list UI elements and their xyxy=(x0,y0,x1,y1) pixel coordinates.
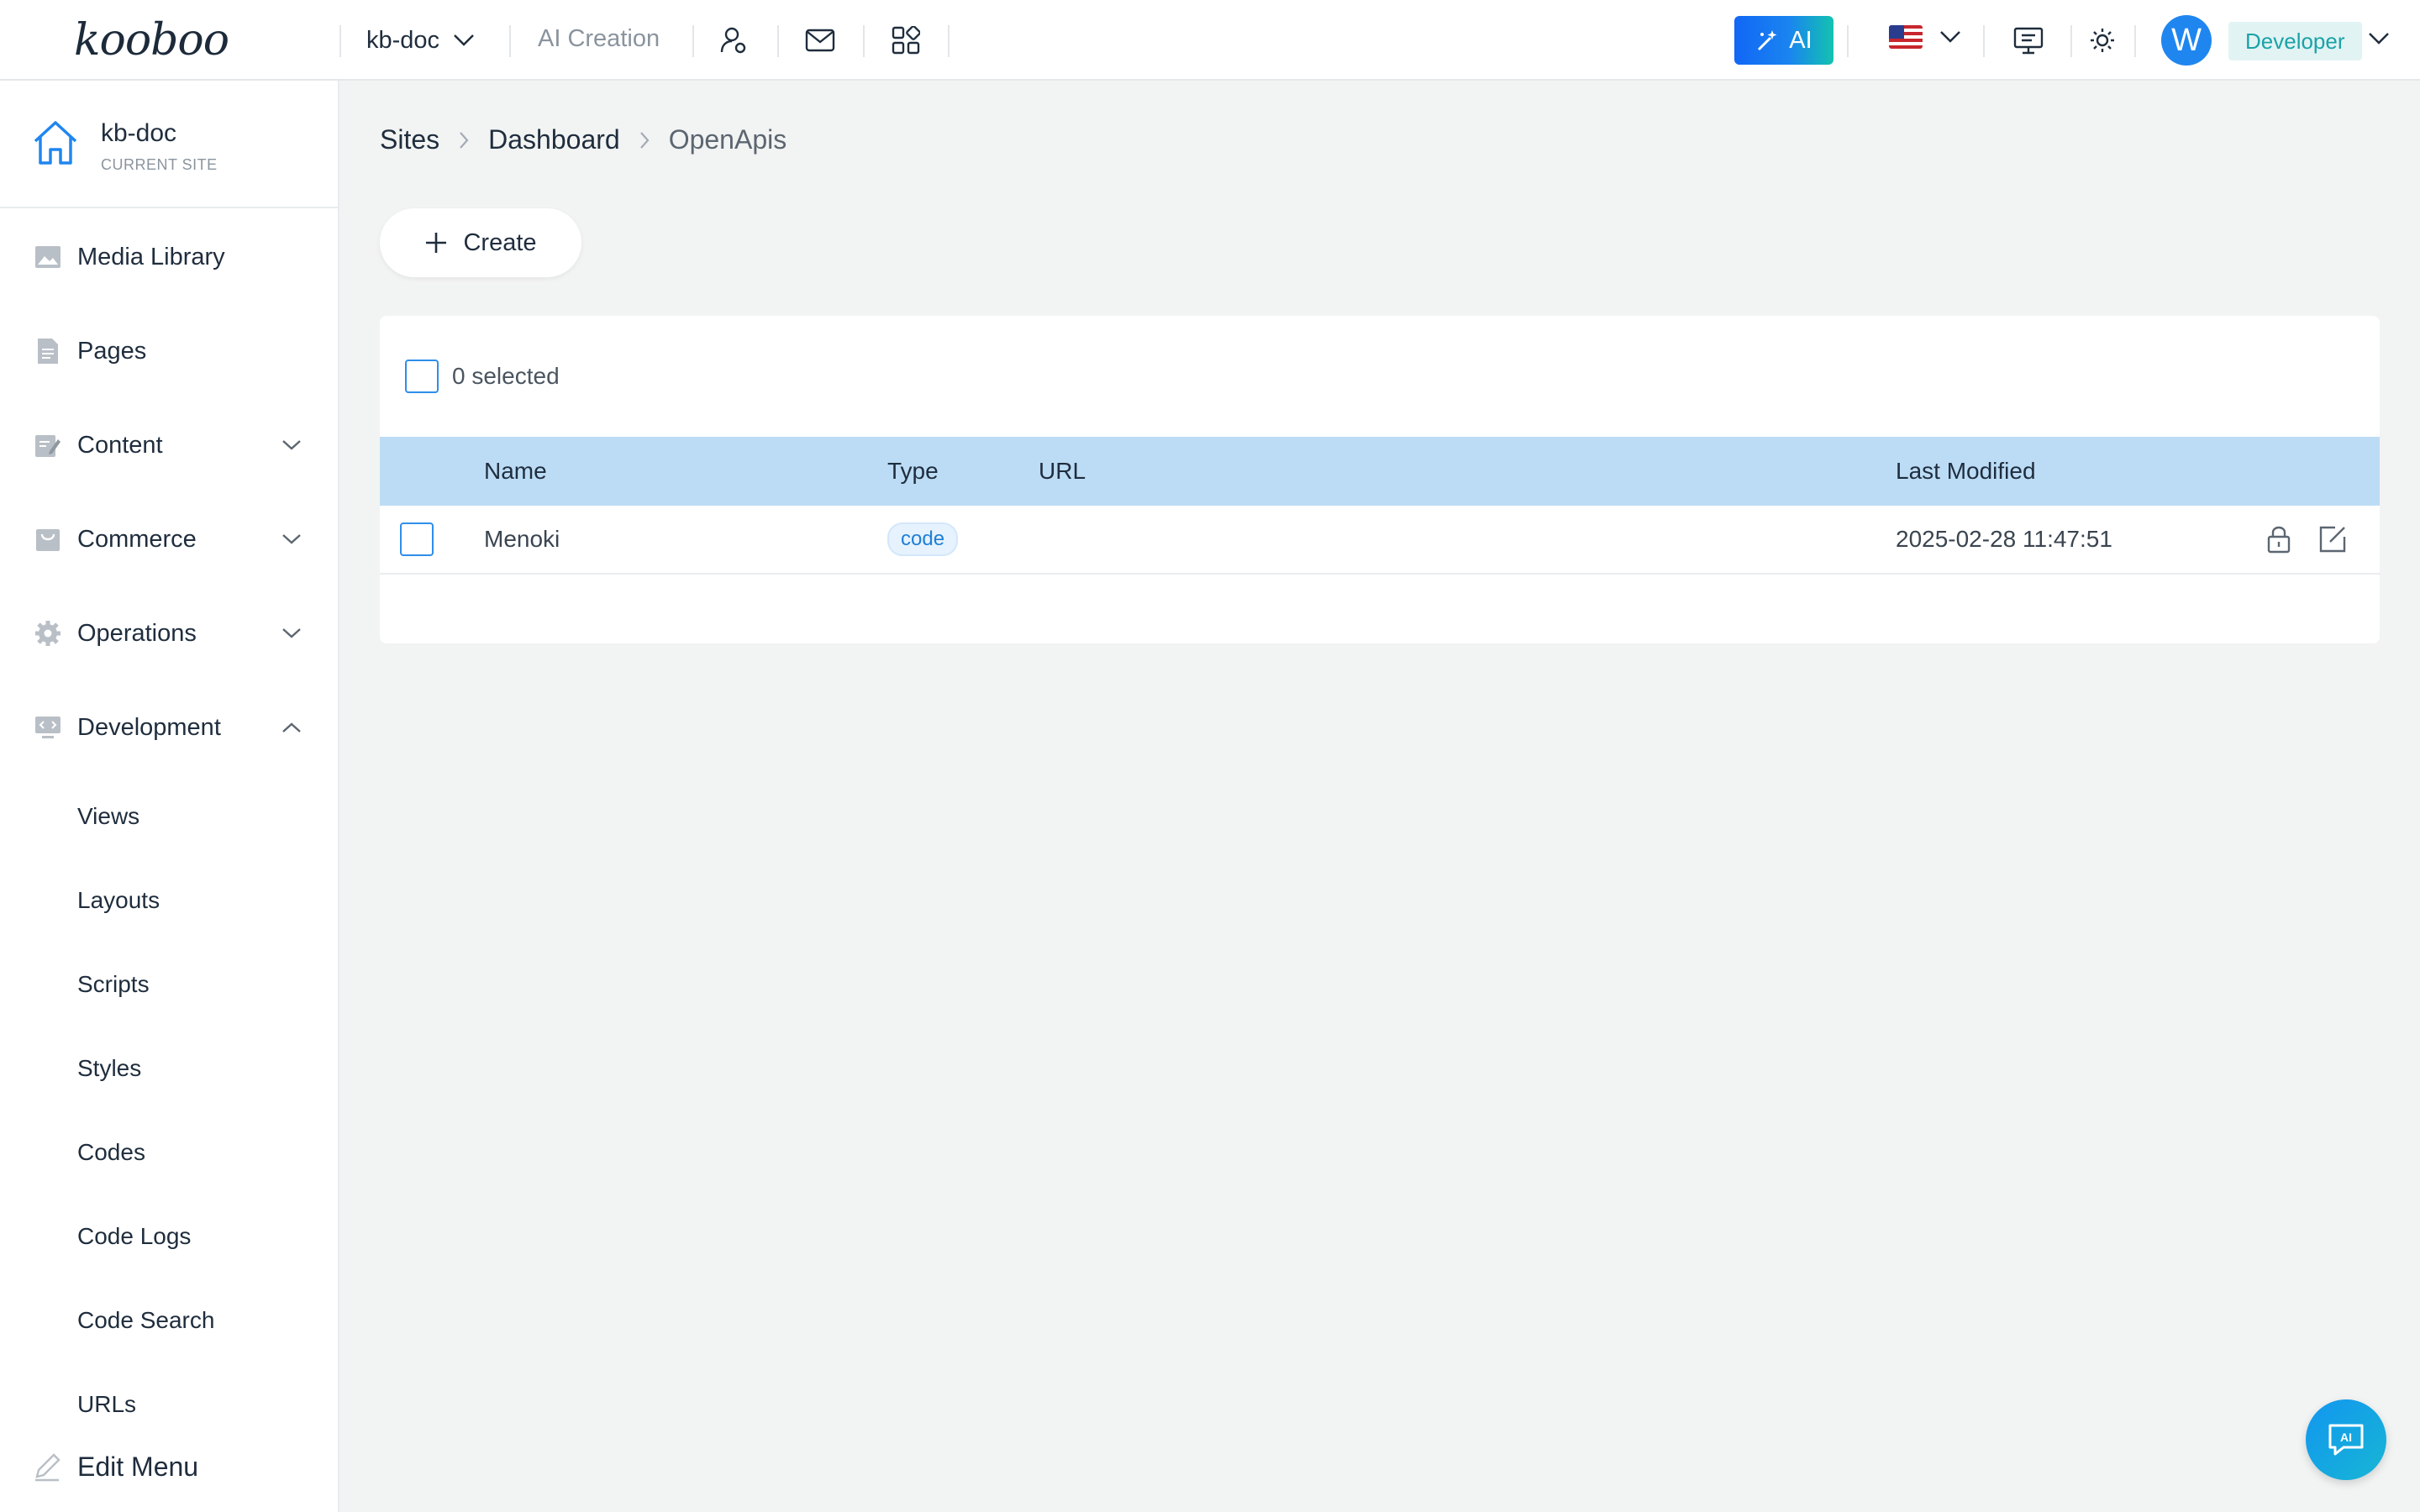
divider xyxy=(948,25,950,57)
chevron-down-icon xyxy=(282,628,301,638)
breadcrumb: Sites Dashboard OpenApis xyxy=(380,124,786,155)
plus-icon xyxy=(426,233,447,253)
user-settings-icon[interactable] xyxy=(717,24,750,57)
magic-wand-icon xyxy=(1758,30,1777,51)
current-site-name: kb-doc xyxy=(101,119,177,147)
mail-icon[interactable] xyxy=(803,24,837,57)
us-flag-icon xyxy=(1889,25,1923,49)
edit-menu-label: Edit Menu xyxy=(77,1451,199,1482)
sidebar-subitem-styles[interactable]: Styles xyxy=(77,1055,141,1082)
divider xyxy=(1847,25,1849,57)
code-monitor-icon xyxy=(34,713,62,742)
create-button-label: Create xyxy=(463,228,537,256)
shop-icon xyxy=(34,525,62,554)
sidebar-item-label: Commerce xyxy=(77,525,197,553)
chevron-down-icon xyxy=(1940,31,1960,43)
divider xyxy=(777,25,779,57)
edit-doc-icon xyxy=(34,431,62,459)
sidebar-item-label: Development xyxy=(77,713,221,741)
apps-grid-icon[interactable] xyxy=(889,24,923,57)
top-bar: kooboo kb-doc AI Creation AI W Developer xyxy=(0,0,2420,81)
chevron-down-icon xyxy=(282,440,301,450)
pencil-icon xyxy=(35,1453,60,1482)
chat-bubble-icon: AI xyxy=(2328,1424,2364,1456)
home-icon xyxy=(34,121,77,165)
site-switcher-label: kb-doc xyxy=(366,26,440,54)
sidebar-item-label: Pages xyxy=(77,337,147,365)
chevron-up-icon xyxy=(282,722,301,732)
table-row[interactable]: Menoki code 2025-02-28 11:47:51 xyxy=(380,506,2380,575)
row-last-modified: 2025-02-28 11:47:51 xyxy=(1896,526,2112,552)
logo-text: kooboo xyxy=(74,15,229,66)
select-all-row: 0 selected xyxy=(405,360,560,393)
row-type-badge: code xyxy=(887,522,959,556)
theme-sun-icon[interactable] xyxy=(2086,24,2119,57)
sidebar-item-pages[interactable]: Pages xyxy=(0,318,338,385)
sidebar-item-operations[interactable]: Operations xyxy=(0,600,338,667)
language-selector[interactable] xyxy=(1889,25,1961,49)
site-switcher[interactable]: kb-doc xyxy=(366,22,475,59)
sidebar-item-commerce[interactable]: Commerce xyxy=(0,506,338,573)
column-header-last-modified[interactable]: Last Modified xyxy=(1896,458,2036,485)
chevron-down-icon xyxy=(282,534,301,544)
row-name[interactable]: Menoki xyxy=(484,526,560,553)
page-icon xyxy=(34,337,62,365)
chevron-down-icon xyxy=(454,34,474,46)
divider xyxy=(509,25,511,57)
sidebar: kb-doc CURRENT SITE Media Library Pages … xyxy=(0,81,339,1512)
sidebar-item-label: Operations xyxy=(77,619,197,647)
sidebar-subitem-layouts[interactable]: Layouts xyxy=(77,887,160,914)
sidebar-subitem-codes[interactable]: Codes xyxy=(77,1139,145,1166)
presentation-icon[interactable] xyxy=(2012,24,2045,57)
current-site-caption: CURRENT SITE xyxy=(101,156,218,173)
table-header: Name Type URL Last Modified xyxy=(380,437,2380,506)
divider xyxy=(2134,25,2136,57)
sidebar-item-label: Content xyxy=(77,431,163,459)
role-badge[interactable]: Developer xyxy=(2228,22,2362,60)
select-all-checkbox[interactable] xyxy=(405,360,439,393)
divider xyxy=(339,25,341,57)
divider xyxy=(692,25,694,57)
sidebar-subitem-code-search[interactable]: Code Search xyxy=(77,1307,214,1334)
kooboo-logo[interactable]: kooboo xyxy=(74,15,267,66)
current-site[interactable]: kb-doc CURRENT SITE xyxy=(0,81,338,208)
chevron-right-icon xyxy=(460,131,469,149)
column-header-url[interactable]: URL xyxy=(1039,458,1086,485)
user-avatar[interactable]: W xyxy=(2161,15,2212,66)
row-checkbox[interactable] xyxy=(400,522,434,556)
edit-icon[interactable] xyxy=(2316,522,2349,556)
image-icon xyxy=(34,243,62,271)
row-checkbox-wrap xyxy=(400,522,434,556)
gear-icon xyxy=(34,619,62,648)
column-header-type[interactable]: Type xyxy=(887,458,939,485)
sidebar-subitem-urls[interactable]: URLs xyxy=(77,1391,136,1418)
chevron-down-icon[interactable] xyxy=(2368,25,2390,54)
sidebar-item-content[interactable]: Content xyxy=(0,412,338,479)
sidebar-subitem-scripts[interactable]: Scripts xyxy=(77,971,150,998)
lock-icon[interactable] xyxy=(2262,522,2296,556)
openapis-table-panel: 0 selected Name Type URL Last Modified M… xyxy=(380,316,2380,643)
ai-creation-link[interactable]: AI Creation xyxy=(538,25,660,53)
chevron-right-icon xyxy=(639,131,650,149)
selected-count: 0 selected xyxy=(452,363,560,389)
sidebar-item-label: Media Library xyxy=(77,243,225,270)
sidebar-item-media-library[interactable]: Media Library xyxy=(0,223,338,291)
ai-button[interactable]: AI xyxy=(1734,16,1833,65)
divider xyxy=(863,25,865,57)
create-button[interactable]: Create xyxy=(380,208,581,277)
breadcrumb-sites[interactable]: Sites xyxy=(380,124,439,155)
ai-assistant-button[interactable]: AI xyxy=(2306,1399,2386,1480)
sidebar-subitem-views[interactable]: Views xyxy=(77,803,139,830)
sidebar-subitem-code-logs[interactable]: Code Logs xyxy=(77,1223,191,1250)
breadcrumb-current: OpenApis xyxy=(668,124,787,155)
divider xyxy=(2070,25,2072,57)
divider xyxy=(1983,25,1985,57)
breadcrumb-dashboard[interactable]: Dashboard xyxy=(488,124,620,155)
column-header-name[interactable]: Name xyxy=(484,458,547,485)
app-root: kooboo kb-doc AI Creation AI W Developer… xyxy=(0,0,2420,1512)
edit-menu-button[interactable]: Edit Menu xyxy=(0,1441,338,1492)
float-ai-label: AI xyxy=(2340,1431,2352,1444)
sidebar-item-development[interactable]: Development xyxy=(0,694,338,761)
ai-button-label: AI xyxy=(1789,26,1812,54)
